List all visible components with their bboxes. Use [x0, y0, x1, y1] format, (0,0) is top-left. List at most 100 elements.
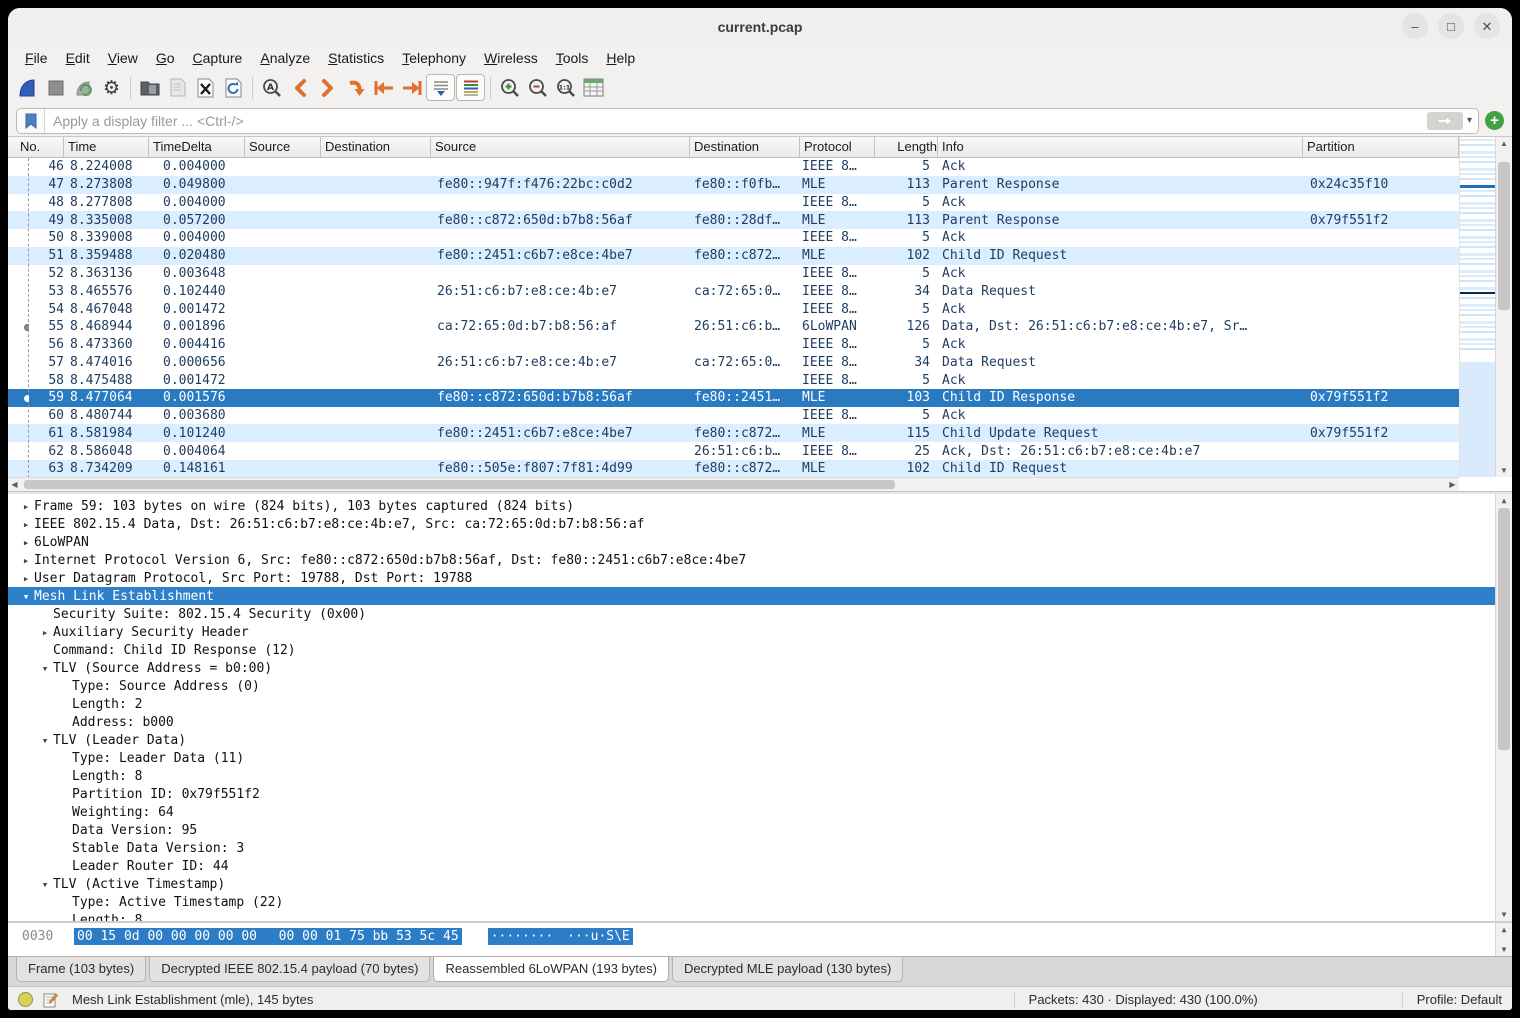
detail-row[interactable]: ▸Internet Protocol Version 6, Src: fe80:…: [8, 551, 1495, 569]
packet-row[interactable]: 478.2738080.049800fe80::947f:f476:22bc:c…: [8, 176, 1459, 194]
hex-bytes-left[interactable]: 00 15 0d 00 00 00 00 00: [74, 928, 260, 945]
menu-item-capture[interactable]: Capture: [184, 48, 252, 68]
minimize-button[interactable]: –: [1402, 13, 1428, 39]
packet-row[interactable]: 548.4670480.001472IEEE 8…5Ack: [8, 300, 1459, 318]
menu-item-tools[interactable]: Tools: [547, 48, 598, 68]
detail-row[interactable]: Stable Data Version: 3: [8, 839, 1495, 857]
filter-bookmark-button[interactable]: [17, 109, 45, 133]
scroll-down-arrow-icon[interactable]: ▼: [1496, 908, 1512, 921]
scroll-up-arrow-icon[interactable]: ▲: [1496, 494, 1512, 507]
column-header-length[interactable]: Length: [875, 137, 938, 157]
scroll-right-arrow-icon[interactable]: ▶: [1446, 478, 1459, 491]
detail-row[interactable]: ▸6LoWPAN: [8, 533, 1495, 551]
packet-row[interactable]: 588.4754880.001472IEEE 8…5Ack: [8, 371, 1459, 389]
detail-row[interactable]: Type: Leader Data (11): [8, 749, 1495, 767]
details-scroll-thumb[interactable]: [1498, 508, 1510, 750]
data-source-tab[interactable]: Decrypted MLE payload (130 bytes): [672, 957, 903, 982]
column-header-protocol[interactable]: Protocol: [800, 137, 875, 157]
collapse-arrow-icon[interactable]: ▾: [37, 662, 53, 675]
apply-filter-button[interactable]: [1427, 112, 1463, 130]
detail-row[interactable]: ▾TLV (Source Address = b0:00): [8, 659, 1495, 677]
go-back-button[interactable]: [286, 74, 313, 101]
collapse-arrow-icon[interactable]: ▾: [18, 590, 34, 603]
capture-options-button[interactable]: ⚙: [98, 74, 125, 101]
go-to-packet-button[interactable]: [342, 74, 369, 101]
menu-item-go[interactable]: Go: [147, 48, 184, 68]
detail-row[interactable]: Leader Router ID: 44: [8, 857, 1495, 875]
expand-arrow-icon[interactable]: ▸: [18, 536, 34, 549]
packet-row[interactable]: 538.4655760.10244026:51:c6:b7:e8:ce:4b:e…: [8, 282, 1459, 300]
details-vscrollbar[interactable]: ▲ ▼: [1495, 494, 1512, 921]
packet-row[interactable]: 518.3594880.020480fe80::2451:c6b7:e8ce:4…: [8, 247, 1459, 265]
detail-row[interactable]: ▸Auxiliary Security Header: [8, 623, 1495, 641]
detail-row[interactable]: ▸Frame 59: 103 bytes on wire (824 bits),…: [8, 497, 1495, 515]
column-header-source[interactable]: Source: [245, 137, 321, 157]
close-button[interactable]: ✕: [1474, 13, 1500, 39]
packet-row[interactable]: 568.4733600.004416IEEE 8…5Ack: [8, 336, 1459, 354]
stop-capture-button[interactable]: [42, 74, 69, 101]
packet-list-vscrollbar[interactable]: ▲ ▼: [1495, 137, 1512, 477]
detail-row[interactable]: Address: b000: [8, 713, 1495, 731]
scroll-left-arrow-icon[interactable]: ◀: [8, 478, 21, 491]
collapse-arrow-icon[interactable]: ▾: [37, 878, 53, 891]
expand-arrow-icon[interactable]: ▸: [18, 518, 34, 531]
packet-row[interactable]: 618.5819840.101240fe80::2451:c6b7:e8ce:4…: [8, 424, 1459, 442]
menu-item-telephony[interactable]: Telephony: [393, 48, 475, 68]
column-header-partition[interactable]: Partition: [1303, 137, 1459, 157]
detail-row[interactable]: Command: Child ID Response (12): [8, 641, 1495, 659]
packet-row[interactable]: 468.2240080.004000IEEE 8…5Ack: [8, 158, 1459, 176]
detail-row[interactable]: ▾TLV (Leader Data): [8, 731, 1495, 749]
zoom-in-button[interactable]: [496, 74, 523, 101]
packet-list-scroll-thumb[interactable]: [1498, 162, 1510, 310]
start-capture-button[interactable]: [14, 74, 41, 101]
maximize-button[interactable]: □: [1438, 13, 1464, 39]
packet-row[interactable]: 558.4689440.001896ca:72:65:0d:b7:b8:56:a…: [8, 318, 1459, 336]
titlebar[interactable]: current.pcap – □ ✕: [8, 8, 1512, 45]
detail-row[interactable]: ▸User Datagram Protocol, Src Port: 19788…: [8, 569, 1495, 587]
hex-ascii-left[interactable]: ········: [488, 928, 557, 945]
restart-capture-button[interactable]: [70, 74, 97, 101]
last-packet-button[interactable]: [398, 74, 425, 101]
go-forward-button[interactable]: [314, 74, 341, 101]
menu-item-edit[interactable]: Edit: [57, 48, 99, 68]
column-header-time[interactable]: Time: [64, 137, 149, 157]
bytes-vscrollbar[interactable]: ▲ ▼: [1495, 923, 1512, 956]
first-packet-button[interactable]: [370, 74, 397, 101]
expand-arrow-icon[interactable]: ▸: [18, 500, 34, 513]
find-packet-button[interactable]: A: [258, 74, 285, 101]
column-header-destination[interactable]: Destination: [321, 137, 431, 157]
data-source-tab[interactable]: Decrypted IEEE 802.15.4 payload (70 byte…: [149, 957, 430, 982]
packet-row[interactable]: 598.4770640.001576fe80::c872:650d:b7b8:5…: [8, 389, 1459, 407]
hex-row[interactable]: 0030 00 15 0d 00 00 00 00 00 00 00 01 75…: [22, 928, 633, 945]
capture-comment-icon[interactable]: [43, 992, 58, 1008]
menu-item-statistics[interactable]: Statistics: [319, 48, 393, 68]
packet-list-hscroll-thumb[interactable]: [24, 480, 895, 489]
intelligent-scrollbar-minimap[interactable]: [1459, 137, 1495, 477]
column-header-destination[interactable]: Destination: [690, 137, 800, 157]
zoom-out-button[interactable]: [524, 74, 551, 101]
scroll-up-arrow-icon[interactable]: ▲: [1496, 923, 1512, 936]
resize-columns-button[interactable]: [580, 74, 607, 101]
menu-item-file[interactable]: File: [16, 48, 57, 68]
column-header-info[interactable]: Info: [938, 137, 1303, 157]
expand-arrow-icon[interactable]: ▸: [18, 572, 34, 585]
status-profile[interactable]: Profile: Default: [1417, 992, 1502, 1007]
display-filter-field[interactable]: ▾: [16, 108, 1479, 134]
scroll-up-arrow-icon[interactable]: ▲: [1496, 137, 1512, 150]
close-capture-button[interactable]: [192, 74, 219, 101]
display-filter-input[interactable]: [45, 113, 1427, 129]
filter-dropdown-caret[interactable]: ▾: [1467, 115, 1472, 126]
column-header-timedelta[interactable]: TimeDelta: [149, 137, 245, 157]
auto-scroll-button[interactable]: [426, 74, 455, 101]
data-source-tab[interactable]: Reassembled 6LoWPAN (193 bytes): [433, 957, 668, 982]
detail-row[interactable]: Length: 2: [8, 695, 1495, 713]
add-filter-button[interactable]: +: [1485, 111, 1504, 130]
packet-row[interactable]: 528.3631360.003648IEEE 8…5Ack: [8, 265, 1459, 283]
detail-row[interactable]: ▾Mesh Link Establishment: [8, 587, 1495, 605]
menu-item-view[interactable]: View: [99, 48, 147, 68]
packet-row[interactable]: 628.5860480.00406426:51:c6:b…IEEE 8…25Ac…: [8, 442, 1459, 460]
zoom-normal-button[interactable]: 1:1: [552, 74, 579, 101]
column-header-source[interactable]: Source: [431, 137, 690, 157]
packet-row[interactable]: 578.4740160.00065626:51:c6:b7:e8:ce:4b:e…: [8, 353, 1459, 371]
collapse-arrow-icon[interactable]: ▾: [37, 734, 53, 747]
